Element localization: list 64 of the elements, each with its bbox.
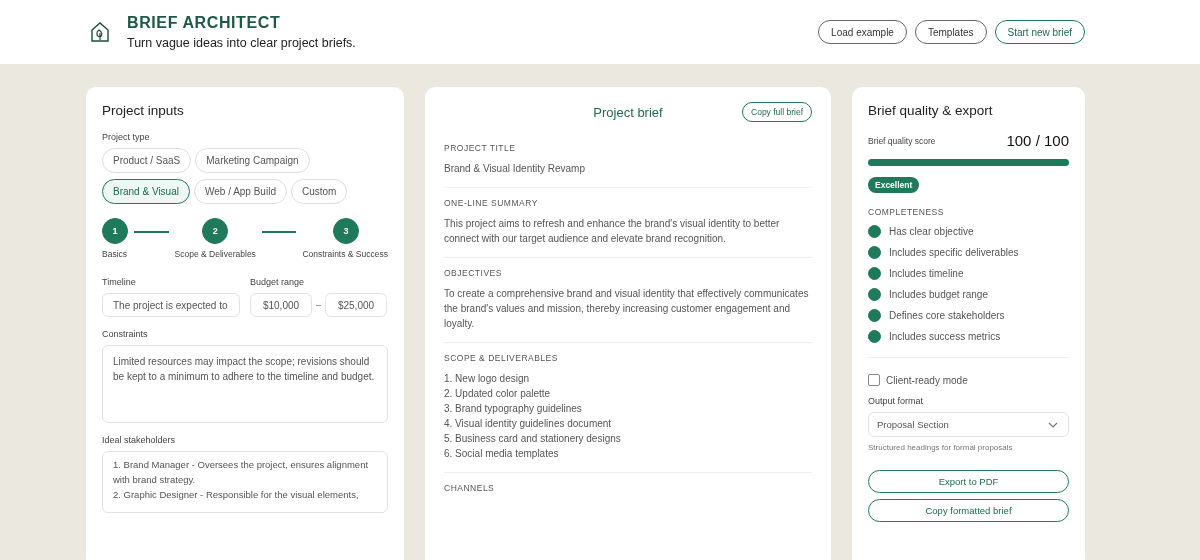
field-label: Budget range [250,277,306,287]
field-label: Output format [868,396,925,406]
deliverable-item: 6. Social media templates [444,447,560,461]
check-label: Defines core stakeholders [889,310,1005,321]
export-button[interactable]: Copy formatted brief [868,499,1069,522]
field-label: Project type [102,132,151,142]
step-label: Constraints & Success [302,249,388,259]
deliverable-item: 3. Brand typography guidelines [444,402,583,416]
range-separator: – [316,300,321,310]
project-type-chip[interactable]: Product / SaaS [102,148,192,173]
budget-min-field[interactable]: $10,000 [250,293,312,317]
section-text: To create a comprehensive brand and visual identity that effectively communicates the brand's values and mission, thereby increasing customer engagement and loyalty. [444,287,810,331]
export-button[interactable]: Export to PDF [868,470,1069,493]
section-heading: ONE-LINE SUMMARY [444,198,539,208]
header-button[interactable]: Templates [914,20,987,44]
copy-full-brief-button[interactable]: Copy full brief [742,102,812,122]
step-label: Scope & Deliverables [174,249,256,259]
section-heading: COMPLETENESS [868,207,945,217]
deliverable-item: 1. New logo design [444,372,531,386]
header-button[interactable]: Start new brief [994,20,1085,44]
checkbox[interactable] [868,374,880,386]
field-label: Ideal stakeholders [102,435,177,445]
check-label: Includes timeline [889,268,964,279]
project-type-chip[interactable]: Custom [290,179,348,204]
section-text: This project aims to refresh and enhance the brand's visual identity to better connect with our target audience and elevate brand recognition. [444,217,781,246]
stakeholders-field[interactable]: 1. Brand Manager - Oversees the project, ensures alignment with brand strategy. 2. Graphic Designer - Responsible for the visual elements, [102,451,388,513]
check-label: Includes success metrics [889,331,1001,342]
check-label: Has clear objective [889,226,974,237]
header-button[interactable]: Load example [818,20,907,44]
constraints-field[interactable]: Limited resources may impact the scope; revisions should be kept to a minimum to adhere to the timeline and budget. [102,345,388,423]
section-text: Brand & Visual Identity Revamp [444,162,586,176]
field-label: Constraints [102,329,149,339]
step-circle[interactable]: 3 [333,218,359,244]
deliverable-item: 5. Business card and stationery designs [444,432,622,446]
timeline-field[interactable]: The project is expected to [102,293,240,317]
field-label: Timeline [102,277,137,287]
step-label: Basics [102,249,128,259]
project-type-chip[interactable]: Web / App Build [193,179,287,204]
checkbox-label: Client-ready mode [886,374,968,386]
section-heading: CHANNELS [444,483,496,493]
house-leaf-icon [90,21,110,43]
step-circle[interactable]: 2 [202,218,229,244]
score-value: 100 / 100 [1006,132,1069,149]
score-label: Brief quality score [868,135,936,146]
project-type-chip[interactable]: Marketing Campaign [195,148,310,173]
card-title: Project inputs [102,103,185,118]
app-title: BRIEF ARCHITECT [127,14,282,32]
card-title: Brief quality & export [868,103,994,118]
project-type-chip[interactable]: Brand & Visual [102,179,190,204]
section-heading: PROJECT TITLE [444,143,517,153]
app-tagline: Turn vague ideas into clear project briefs. [127,36,356,50]
section-heading: SCOPE & DELIVERABLES [444,353,559,363]
card-title: Project brief [593,104,663,120]
section-heading: OBJECTIVES [444,268,503,278]
chevron-down-icon [1048,421,1058,428]
format-hint: Structured headings for formal proposals [868,443,1014,452]
deliverable-item: 2. Updated color palette [444,387,552,401]
output-format-select[interactable]: Proposal Section [868,412,1069,437]
step-circle[interactable]: 1 [102,218,128,244]
deliverable-item: 4. Visual identity guidelines document [444,417,613,431]
check-label: Includes specific deliverables [889,247,1019,258]
budget-max-field[interactable]: $25,000 [325,293,387,317]
check-label: Includes budget range [889,289,988,300]
rating-badge: Excellent [868,177,920,193]
